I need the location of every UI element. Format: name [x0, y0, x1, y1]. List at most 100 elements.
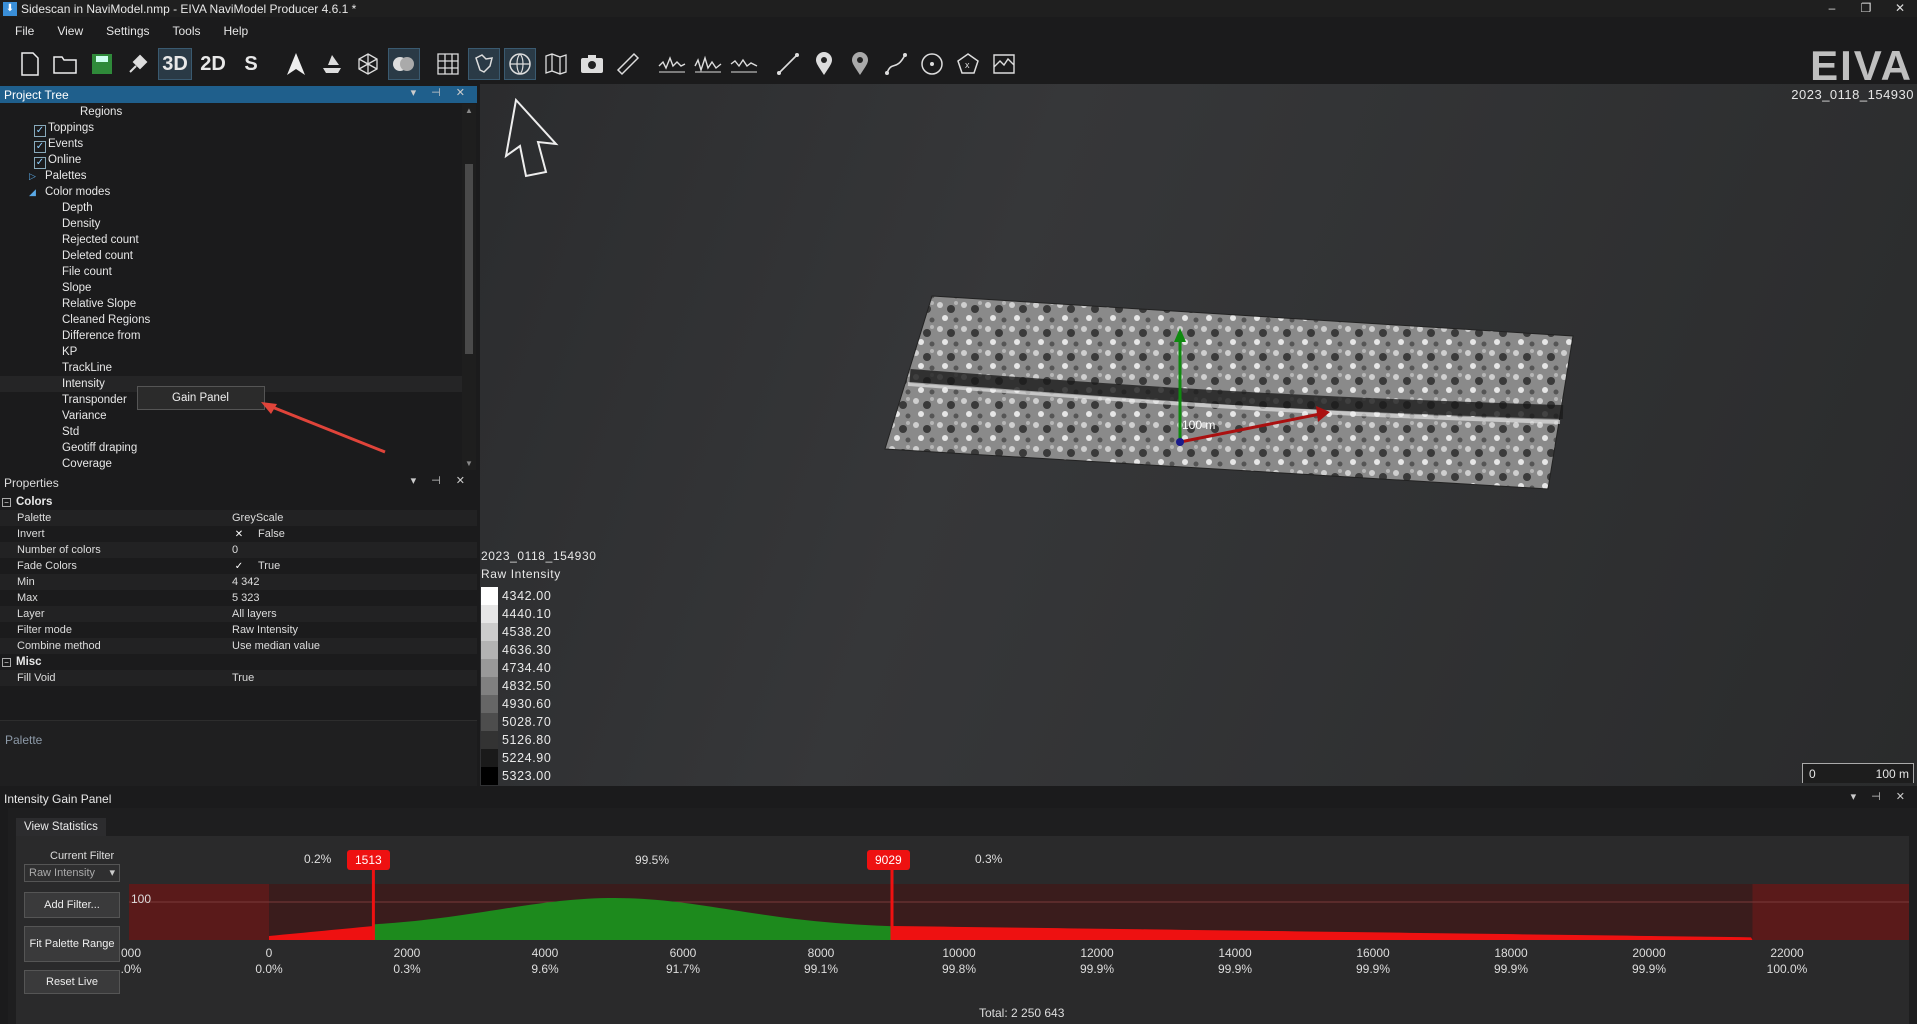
properties-controls[interactable]: ▾ ⊣ ✕ — [411, 474, 471, 487]
property-value[interactable]: Raw Intensity — [232, 624, 298, 636]
property-row[interactable]: Min 4 342 — [0, 574, 477, 590]
property-row[interactable]: Invert ✕ False — [0, 526, 477, 542]
tree-item[interactable]: Deleted count — [0, 248, 462, 264]
property-row[interactable]: Fade Colors ✓ True — [0, 558, 477, 574]
property-value[interactable]: GreyScale — [232, 512, 283, 524]
property-value[interactable]: 4 342 — [232, 576, 260, 588]
connect-plug-icon[interactable] — [122, 48, 154, 80]
tree-item[interactable]: Regions — [0, 104, 462, 120]
save-icon[interactable] — [86, 48, 118, 80]
multi-pin-icon[interactable] — [844, 48, 876, 80]
tree-item[interactable]: Relative Slope — [0, 296, 462, 312]
profile-1-icon[interactable] — [656, 48, 688, 80]
collapse-icon[interactable]: ◢ — [29, 184, 39, 200]
globe-icon[interactable] — [504, 48, 536, 80]
legend-value: 5323.00 — [502, 769, 552, 783]
collapse-icon[interactable]: − — [2, 657, 11, 667]
grid-icon[interactable] — [432, 48, 464, 80]
tree-item[interactable]: Cleaned Regions — [0, 312, 462, 328]
3d-viewport[interactable]: 100 m 2023_0118_154930 2023_0118_154930 … — [480, 84, 1917, 786]
menu-help[interactable]: Help — [209, 24, 257, 38]
tree-item[interactable]: Rejected count — [0, 232, 462, 248]
scroll-down-icon[interactable]: ▼ — [465, 459, 473, 468]
view-3d-button[interactable]: 3D — [158, 48, 192, 80]
property-row[interactable]: Layer All layers — [0, 606, 477, 622]
view-2d-button[interactable]: 2D — [196, 48, 230, 80]
color-layers-icon[interactable] — [388, 48, 420, 80]
world-map-icon[interactable] — [468, 48, 500, 80]
profile-2-icon[interactable] — [692, 48, 724, 80]
tree-item[interactable]: ◢ Color modes — [0, 184, 462, 200]
camera-icon[interactable] — [576, 48, 608, 80]
collapse-icon[interactable]: − — [2, 497, 11, 507]
property-value[interactable]: True — [232, 672, 254, 684]
cube-grid-icon[interactable] — [352, 48, 384, 80]
pin-icon[interactable] — [808, 48, 840, 80]
menu-tools[interactable]: Tools — [158, 24, 209, 38]
gain-panel-controls[interactable]: ▾ ⊣ ✕ — [1851, 790, 1911, 803]
project-tree-controls[interactable]: ▾ ⊣ ✕ — [411, 86, 471, 99]
tree-item[interactable]: ✓ Toppings — [0, 120, 462, 137]
property-row[interactable]: Filter mode Raw Intensity — [0, 622, 477, 638]
property-value[interactable]: All layers — [232, 608, 277, 620]
menu-view[interactable]: View — [42, 24, 91, 38]
tree-item-label: Std — [62, 426, 80, 438]
property-value[interactable]: 0 — [232, 544, 238, 556]
line-tool-icon[interactable] — [772, 48, 804, 80]
legend-value: 4440.10 — [502, 607, 552, 621]
property-value[interactable]: Use median value — [232, 640, 320, 652]
menu-settings[interactable]: Settings — [91, 24, 157, 38]
open-folder-icon[interactable] — [50, 48, 82, 80]
low-threshold-marker[interactable]: 1513 — [347, 850, 390, 870]
tree-item[interactable]: ▷ Palettes — [0, 168, 462, 184]
close-button[interactable]: ✕ — [1883, 0, 1917, 17]
vessel-icon[interactable] — [316, 48, 348, 80]
circle-tool-icon[interactable] — [916, 48, 948, 80]
polyline-icon[interactable] — [880, 48, 912, 80]
tree-item[interactable]: Difference from — [0, 328, 462, 344]
new-file-icon[interactable] — [14, 48, 46, 80]
tab-view-statistics[interactable]: View Statistics — [16, 818, 106, 836]
polygon-tool-icon[interactable]: x — [952, 48, 984, 80]
tree-item[interactable]: Depth — [0, 200, 462, 216]
add-filter-button[interactable]: Add Filter... — [24, 892, 120, 918]
tree-item[interactable]: ✓ Online — [0, 152, 462, 169]
tree-item[interactable]: KP — [0, 344, 462, 360]
restore-button[interactable]: ❐ — [1849, 0, 1883, 17]
project-tree-scrollbar[interactable]: ▲ ▼ — [462, 104, 476, 470]
pct-above-label: 0.3% — [975, 852, 1003, 866]
property-row[interactable]: Max 5 323 — [0, 590, 477, 606]
property-row[interactable]: Fill Void True — [0, 670, 477, 686]
north-arrow-icon[interactable] — [280, 48, 312, 80]
scroll-thumb[interactable] — [465, 164, 473, 354]
scroll-up-icon[interactable]: ▲ — [465, 106, 473, 115]
tree-item[interactable]: File count — [0, 264, 462, 280]
tree-item[interactable]: TrackLine — [0, 360, 462, 376]
tree-item[interactable]: Slope — [0, 280, 462, 296]
area-tool-icon[interactable] — [988, 48, 1020, 80]
property-value-text: True — [232, 672, 255, 684]
context-menu-gain-panel[interactable]: Gain Panel — [137, 386, 265, 410]
context-menu-label: Gain Panel — [172, 392, 229, 404]
property-row[interactable]: Combine method Use median value — [0, 638, 477, 654]
property-value[interactable]: 5 323 — [232, 592, 260, 604]
minimize-button[interactable]: – — [1815, 0, 1849, 17]
ruler-icon[interactable] — [612, 48, 644, 80]
tree-item[interactable]: ✓ Events — [0, 136, 462, 153]
property-group[interactable]: − Colors — [0, 494, 477, 510]
high-threshold-marker[interactable]: 9029 — [867, 850, 910, 870]
tree-item[interactable]: Density — [0, 216, 462, 232]
sidescan-terrain[interactable] — [480, 84, 1917, 786]
property-value[interactable]: ✕ False — [232, 528, 285, 540]
expand-icon[interactable]: ▷ — [29, 168, 39, 184]
property-value[interactable]: ✓ True — [232, 560, 280, 572]
profile-3-icon[interactable] — [728, 48, 760, 80]
property-group[interactable]: − Misc — [0, 654, 477, 670]
map-icon[interactable] — [540, 48, 572, 80]
property-row[interactable]: Number of colors 0 — [0, 542, 477, 558]
intensity-histogram[interactable]: 0.2% 99.5% 0.3% 1513 9029 100 000 .0% 0 0.0… — [121, 836, 1909, 1024]
view-s-button[interactable]: S — [234, 48, 268, 80]
menu-file[interactable]: File — [0, 24, 42, 38]
current-filter-select[interactable]: Raw Intensity — [24, 864, 120, 882]
property-row[interactable]: Palette GreyScale — [0, 510, 477, 526]
